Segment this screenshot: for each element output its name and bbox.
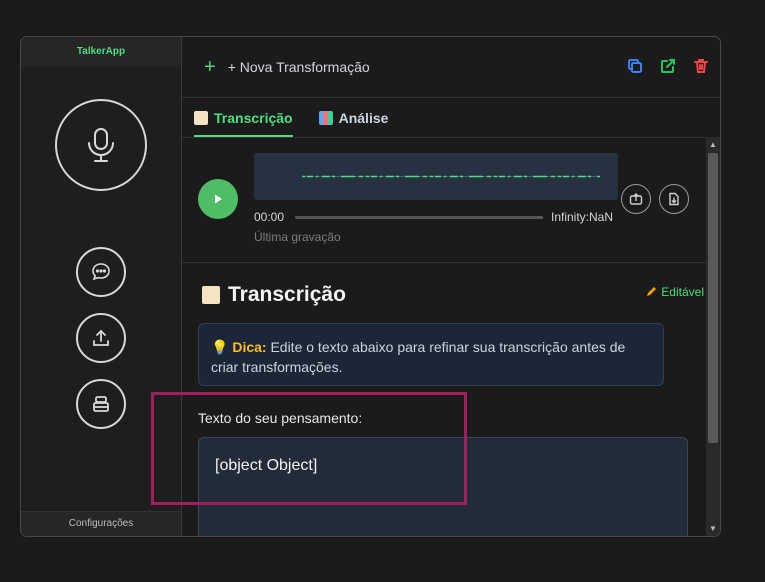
recording-label: Última gravação <box>254 230 341 244</box>
external-link-icon <box>661 59 675 73</box>
pencil-icon <box>647 287 657 296</box>
section-title: Transcrição <box>202 283 346 307</box>
content-scrollbar[interactable]: ▲ ▼ <box>706 137 720 536</box>
audio-player: 00:00 Infinity:NaN Última gravação <box>182 137 706 263</box>
main-panel: + + Nova Transformação Transcrição Análi… <box>182 37 720 536</box>
tab-content: 00:00 Infinity:NaN Última gravação Trans… <box>182 137 706 536</box>
play-button[interactable] <box>198 179 238 219</box>
toolbar-actions <box>626 57 710 75</box>
upload-box-icon <box>629 193 643 205</box>
top-toolbar: + + Nova Transformação <box>182 37 720 98</box>
layers-icon <box>93 396 109 412</box>
upload-button[interactable] <box>76 313 126 363</box>
tab-analysis[interactable]: Análise <box>318 98 389 137</box>
download-audio-button[interactable] <box>659 184 689 214</box>
chat-bubble-icon <box>92 263 110 281</box>
delete-button[interactable] <box>692 57 710 75</box>
open-external-button[interactable] <box>659 57 677 75</box>
current-time: 00:00 <box>254 210 285 224</box>
memo-icon <box>202 286 220 304</box>
copy-icon <box>628 59 642 73</box>
tab-transcription-label: Transcrição <box>214 109 293 126</box>
waveform-graphic <box>302 175 600 178</box>
tab-analysis-label: Análise <box>338 109 389 126</box>
play-icon <box>215 194 222 204</box>
layers-button[interactable] <box>76 379 126 429</box>
waveform[interactable] <box>254 153 618 200</box>
seek-bar[interactable] <box>295 216 543 219</box>
thought-field-label: Texto do seu pensamento: <box>198 410 363 426</box>
thought-text-field[interactable]: [object Object] <box>198 437 688 536</box>
download-file-icon <box>669 192 679 206</box>
section-title-text: Transcrição <box>228 283 346 306</box>
tip-box: 💡 Dica: Edite o texto abaixo para refina… <box>198 323 664 386</box>
copy-button[interactable] <box>626 57 644 75</box>
upload-icon <box>93 329 109 346</box>
plus-icon: + <box>204 56 216 78</box>
new-transformation-label: + Nova Transformação <box>227 59 370 75</box>
bar-chart-icon <box>318 110 333 125</box>
app-window: TalkerApp Configurações + + Nova Transfo… <box>20 36 721 537</box>
trash-icon <box>694 59 708 73</box>
tab-bar: Transcrição Análise <box>182 98 720 138</box>
app-brand: TalkerApp <box>21 37 181 67</box>
export-audio-button[interactable] <box>621 184 651 214</box>
tab-transcription[interactable]: Transcrição <box>194 98 293 137</box>
scroll-thumb[interactable] <box>708 153 718 443</box>
duration: Infinity:NaN <box>551 210 614 224</box>
chat-button[interactable] <box>76 247 126 297</box>
sidebar: TalkerApp Configurações <box>21 37 182 536</box>
lightbulb-icon: 💡 <box>211 339 229 355</box>
record-button[interactable] <box>55 99 147 191</box>
microphone-icon <box>88 128 114 162</box>
scroll-down-arrow[interactable]: ▼ <box>709 524 717 533</box>
settings-link[interactable]: Configurações <box>21 511 181 536</box>
editable-badge: Editável <box>645 285 704 299</box>
editable-label: Editável <box>661 285 704 299</box>
tip-text: Edite o texto abaixo para refinar sua tr… <box>211 339 626 375</box>
memo-icon <box>194 110 208 125</box>
new-transformation-button[interactable]: + + Nova Transformação <box>204 57 370 77</box>
scroll-up-arrow[interactable]: ▲ <box>709 140 717 149</box>
tip-prefix: Dica: <box>232 339 267 355</box>
